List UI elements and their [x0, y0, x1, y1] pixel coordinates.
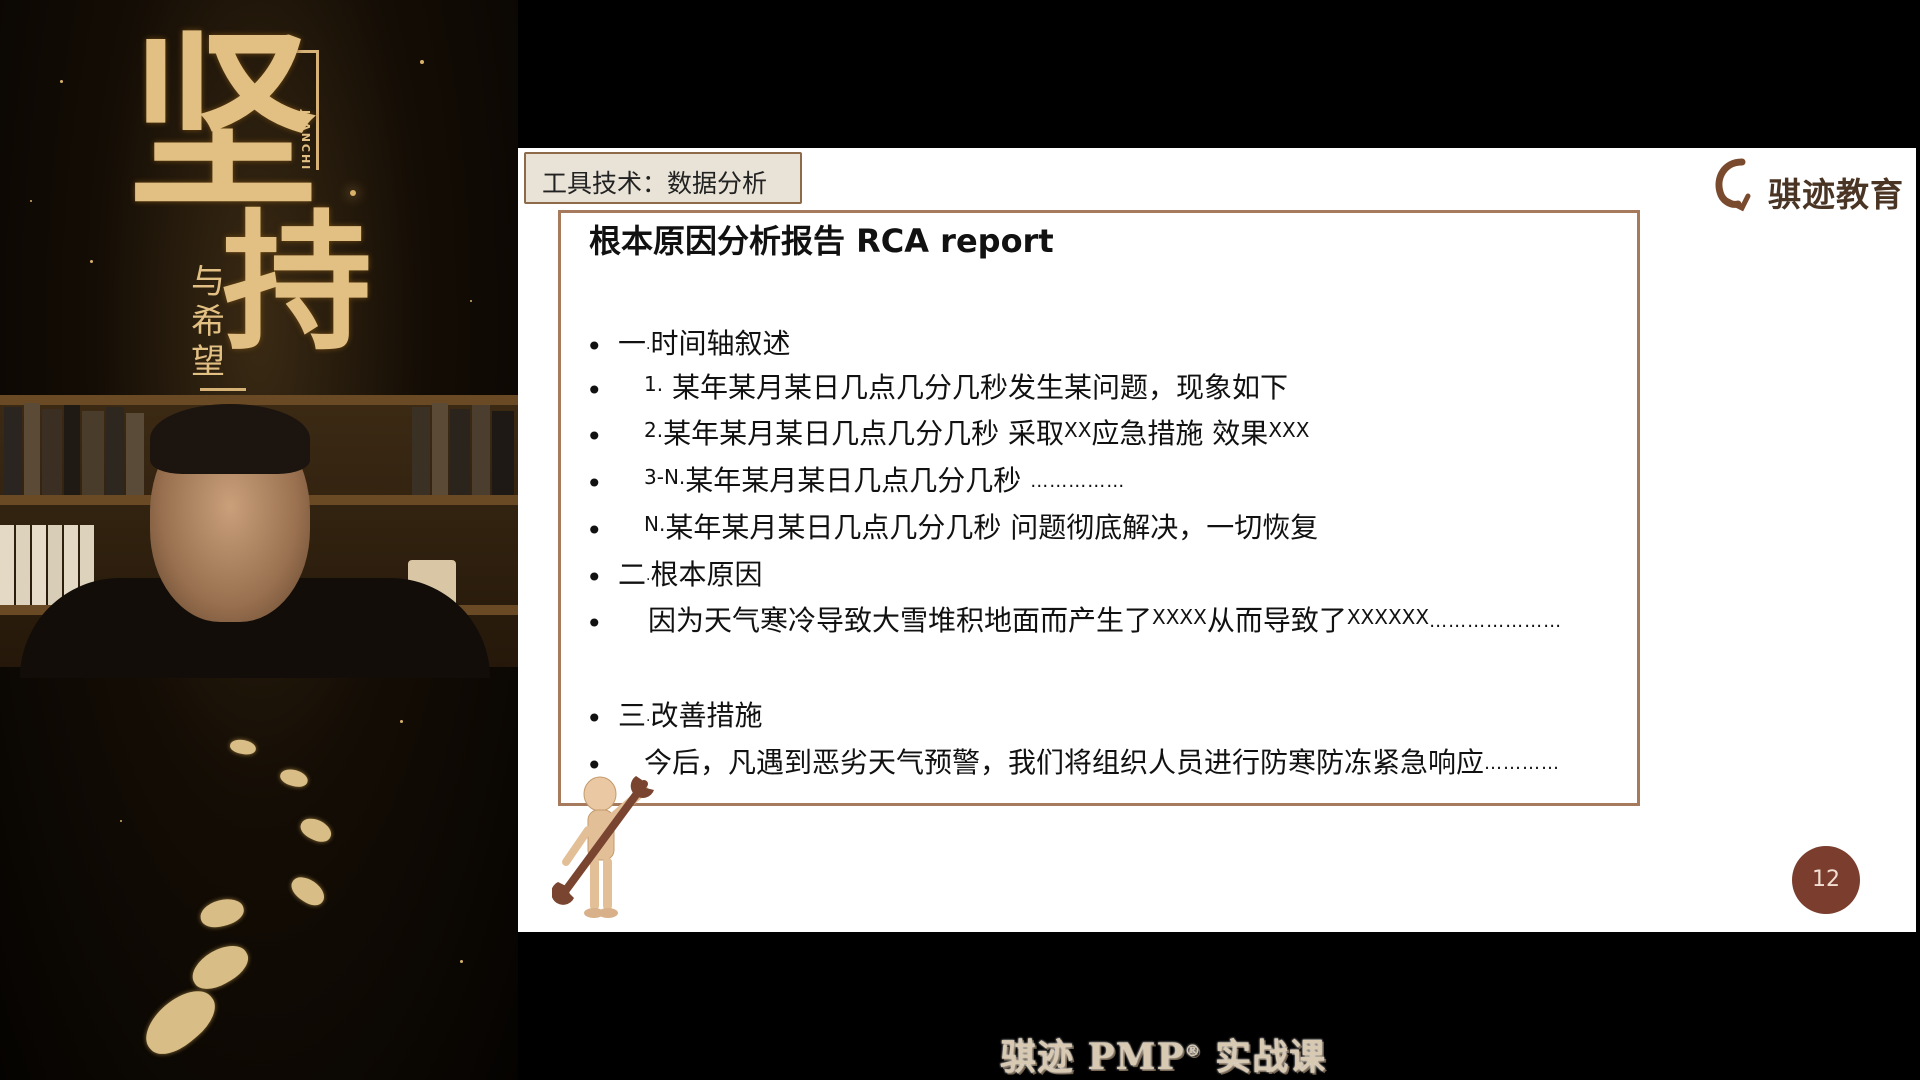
bullet-marker: • [586, 467, 603, 500]
list-item-text: 某年某月某日几点几分几秒发生某问题，现象如下 [672, 371, 1289, 404]
bullet-marker: • [586, 514, 603, 547]
list-item: 2.某年某月某日几点几分几秒 采取XX应急措施 效果XXX [644, 420, 1309, 448]
list-item-text: 应急措施 效果 [1091, 417, 1269, 450]
poster-title-char: 持 [222, 195, 373, 371]
list-item-text: 因为天气寒冷导致大雪堆积地面而产生了 [648, 604, 1153, 637]
footprint-decor [228, 737, 258, 757]
bullet-marker: • [586, 420, 603, 453]
ellipsis-dots: ………… [1484, 753, 1561, 774]
list-item: 今后，凡遇到恶劣天气预警，我们将组织人员进行防寒防冻紧急响应………… [644, 749, 1560, 777]
list-item: 三·改善措施 [618, 699, 763, 732]
footprint-decor [185, 937, 255, 997]
bullet-marker: • [586, 374, 603, 407]
bullet-marker: • [586, 607, 603, 640]
footprint-decor [278, 766, 310, 790]
list-item-text: 今后，凡遇到恶劣天气预警，我们将组织人员进行防寒防冻紧急响应 [644, 746, 1485, 779]
poster-subtitle: 与希望 [191, 262, 225, 382]
ellipsis-dots: ………………… [1429, 611, 1563, 632]
ellipsis-dots: …………… [1030, 471, 1126, 492]
list-item: N.某年某月某日几点几分几秒 问题彻底解决，一切恢复 [644, 514, 1318, 542]
bullet-marker: • [586, 330, 603, 363]
list-item-number: N. [644, 512, 666, 536]
footprint-decor [286, 871, 330, 911]
list-item: 因为天气寒冷导致大雪堆积地面而产生了XXXX从而导致了XXXXXX………………… [648, 607, 1562, 635]
page-number-badge: 12 [1792, 846, 1860, 914]
course-banner-text: 实战课 [1201, 1036, 1327, 1078]
list-item-text: 根本原因 [650, 558, 763, 591]
list-item-text: 改善措施 [650, 699, 763, 732]
registered-mark: ® [1184, 1041, 1202, 1060]
list-item-number: 2. [644, 418, 664, 442]
brand-logo-icon [1715, 158, 1751, 212]
list-item-prefix: 三 [618, 699, 647, 732]
bullet-marker: • [586, 702, 603, 735]
slide-title: 根本原因分析报告 RCA report [589, 222, 1054, 260]
brand-logo-text: 骐迹教育 [1768, 175, 1904, 214]
list-item-text: 从而导致了 [1206, 604, 1347, 637]
list-item-text: 某年某月某日几点几分几秒 [685, 464, 1022, 497]
poster-title-char: 坚 [128, 11, 319, 234]
bullet-marker: • [586, 561, 603, 594]
section-tag-label: 工具技术：数据分析 [542, 169, 768, 198]
webcam-poster-panel: 坚 持 与希望 JIANCHI [0, 0, 518, 1080]
placeholder-xxxxxx: XXXXXX [1346, 605, 1430, 629]
poster-pinyin: JIANCHI [299, 110, 312, 172]
footprint-decor [135, 979, 225, 1065]
list-item-number: 3-N. [644, 465, 686, 489]
list-item-prefix: 一 [618, 327, 647, 360]
list-item: 3-N.某年某月某日几点几分几秒 …………… [644, 467, 1125, 495]
footprint-decor [297, 814, 335, 846]
list-item-text: 时间轴叙述 [650, 327, 791, 360]
placeholder-xxx: XXX [1268, 418, 1310, 442]
list-item-prefix: 二 [618, 558, 647, 591]
course-banner-text: 骐迹 PMP [1000, 1036, 1185, 1078]
webcam-presenter-hair [150, 404, 310, 474]
poster-decor-line [200, 388, 246, 391]
section-tag: 工具技术：数据分析 [524, 152, 802, 204]
placeholder-xxxx: XXXX [1152, 605, 1207, 629]
list-item-text: 某年某月某日几点几分几秒 问题彻底解决，一切恢复 [665, 511, 1319, 544]
footprint-decor [197, 894, 247, 932]
wrench-mascot-illustration [552, 776, 654, 918]
list-item-text: 某年某月某日几点几分几秒 采取 [663, 417, 1064, 450]
list-item: 二·根本原因 [618, 558, 763, 591]
list-item: 一·时间轴叙述 [618, 327, 791, 360]
placeholder-xx: XX [1064, 418, 1092, 442]
list-item: 1. 某年某月某日几点几分几秒发生某问题，现象如下 [644, 374, 1288, 402]
presentation-slide: 工具技术：数据分析 骐迹教育 根本原因分析报告 RCA report • 一·时… [518, 148, 1916, 932]
course-banner: 骐迹 PMP® 实战课 [1000, 1028, 1326, 1080]
list-item-number: 1. [644, 372, 664, 396]
